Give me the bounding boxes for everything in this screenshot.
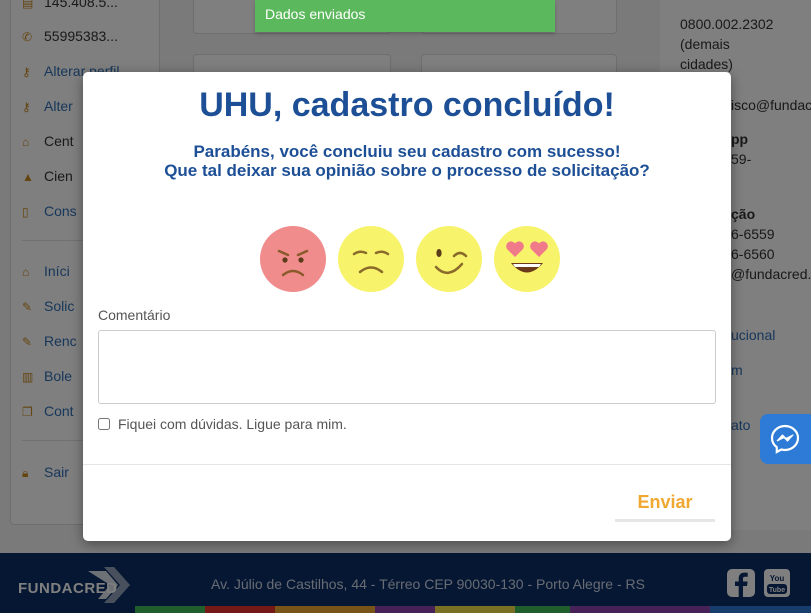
toast-message: Dados enviados <box>265 6 366 22</box>
angry-face-icon[interactable] <box>260 226 326 292</box>
comment-textarea[interactable] <box>98 330 716 404</box>
rating-options <box>260 226 560 294</box>
messenger-icon <box>770 424 800 454</box>
subtitle-line: Que tal deixar sua opinião sobre o proce… <box>164 161 650 180</box>
success-toast: Dados enviados <box>255 0 555 32</box>
callme-checkbox-row[interactable]: Fiquei com dúvidas. Ligue para mim. <box>98 416 347 432</box>
modal-subtitle: Parabéns, você concluiu seu cadastro com… <box>83 142 731 180</box>
send-button[interactable]: Enviar <box>615 486 715 522</box>
messenger-chat-button[interactable] <box>760 414 811 464</box>
heart-eyes-face-icon[interactable] <box>494 226 560 292</box>
sad-face-icon[interactable] <box>338 226 404 292</box>
modal-title: UHU, cadastro concluído! <box>199 86 615 124</box>
feedback-modal: UHU, cadastro concluído! Parabéns, você … <box>83 72 731 541</box>
comment-label: Comentário <box>98 307 171 323</box>
callme-label: Fiquei com dúvidas. Ligue para mim. <box>118 416 347 432</box>
callme-checkbox[interactable] <box>98 418 110 430</box>
winking-face-icon[interactable] <box>416 226 482 292</box>
subtitle-line: Parabéns, você concluiu seu cadastro com… <box>193 142 621 161</box>
modal-footer-divider <box>83 464 731 465</box>
